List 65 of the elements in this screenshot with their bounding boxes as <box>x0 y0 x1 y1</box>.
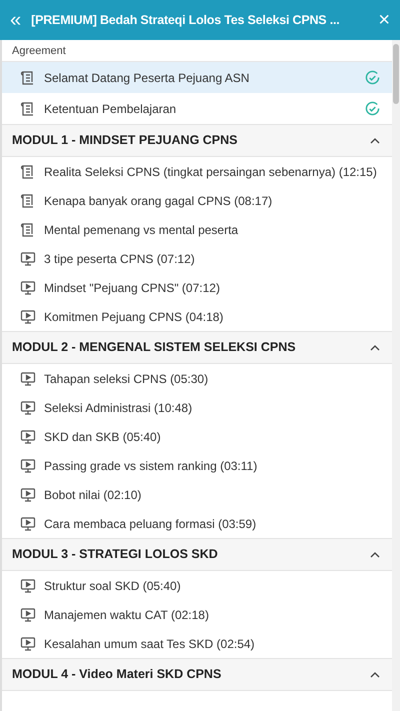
lesson-title: Selamat Datang Peserta Pejuang ASN <box>44 70 250 86</box>
lesson-title: Cara membaca peluang formasi (03:59) <box>44 516 258 532</box>
video-icon <box>20 370 36 386</box>
lesson-title: Mental pemenang vs mental peserta <box>44 222 240 238</box>
chevron-up-icon[interactable] <box>370 136 380 146</box>
lesson-title: Mindset "Pejuang CPNS" (07:12) <box>44 280 221 296</box>
lesson-title: Kesalahan umum saat Tes SKD (02:54) <box>44 636 256 652</box>
video-icon <box>20 308 36 324</box>
lesson-item[interactable]: Bobot nilai (02:10) <box>2 480 392 509</box>
module-header[interactable]: MODUL 4 - Video Materi SKD CPNS <box>2 658 392 691</box>
chevron-up-icon[interactable] <box>370 550 380 560</box>
lesson-item[interactable]: Mental pemenang vs mental peserta <box>2 215 392 244</box>
lesson-title: Kenapa banyak orang gagal CPNS (08:17) <box>44 192 274 210</box>
video-icon <box>20 606 36 622</box>
chevron-up-icon[interactable] <box>370 342 380 352</box>
lesson-title: Bobot nilai (02:10) <box>44 486 142 504</box>
module-title: MODUL 4 - Video Materi SKD CPNS <box>12 666 222 684</box>
lesson-item[interactable]: Seleksi Administrasi (10:48) <box>2 393 392 422</box>
lesson-item[interactable]: Struktur soal SKD (05:40) <box>2 571 392 600</box>
module-header[interactable]: MODUL 1 - MINDSET PEJUANG CPNS <box>2 124 392 157</box>
lesson-title: Ketentuan Pembelajaran <box>44 100 178 118</box>
lesson-title: Struktur soal SKD (05:40) <box>44 578 182 594</box>
lesson-item[interactable]: Passing grade vs sistem ranking (03:11) <box>2 451 392 480</box>
module-title: MODUL 2 - MENGENAL SISTEM SELEKSI CPNS <box>12 339 296 356</box>
course-title: [PREMIUM] Bedah Strateqi Lolos Tes Seleksi CPNS ... <box>31 12 341 29</box>
video-icon <box>20 516 36 532</box>
lesson-title: Realita Seleksi CPNS (tingkat persaingan sebenarnya) (12:15) <box>44 164 378 180</box>
scroll-icon <box>20 164 36 180</box>
video-icon <box>20 458 36 474</box>
lesson-item[interactable]: Realita Seleksi CPNS (tingkat persaingan sebenarnya) (12:15) <box>2 157 392 186</box>
scroll-icon <box>20 100 36 116</box>
video-icon <box>20 428 36 444</box>
module-header[interactable]: MODUL 2 - MENGENAL SISTEM SELEKSI CPNS <box>2 331 392 364</box>
chevron-up-icon[interactable] <box>370 670 380 680</box>
lesson-item[interactable]: Tahapan seleksi CPNS (05:30) <box>2 364 392 393</box>
scroll-icon <box>20 222 36 238</box>
lesson-title: SKD dan SKB (05:40) <box>44 428 162 446</box>
module-title: MODUL 3 - STRATEGI LOLOS SKD <box>12 546 218 564</box>
video-icon <box>20 636 36 652</box>
lesson-item[interactable]: Kesalahan umum saat Tes SKD (02:54) <box>2 629 392 658</box>
lesson-item[interactable]: Mindset "Pejuang CPNS" (07:12) <box>2 273 392 302</box>
lesson-item[interactable]: SKD dan SKB (05:40) <box>2 422 392 451</box>
video-icon <box>20 578 36 594</box>
lesson-title: Seleksi Administrasi (10:48) <box>44 400 194 416</box>
lesson-title: Tahapan seleksi CPNS (05:30) <box>44 370 210 388</box>
lesson-title: Komitmen Pejuang CPNS (04:18) <box>44 308 224 326</box>
video-icon <box>20 486 36 502</box>
lesson-title: Manajemen waktu CAT (02:18) <box>44 606 210 624</box>
video-icon <box>20 250 36 266</box>
video-icon <box>20 280 36 296</box>
lesson-item[interactable]: Ketentuan Pembelajaran <box>2 93 392 124</box>
lesson-title: Passing grade vs sistem ranking (03:11) <box>44 458 258 474</box>
module-title: MODUL 1 - MINDSET PEJUANG CPNS <box>12 132 238 150</box>
lesson-item[interactable]: Kenapa banyak orang gagal CPNS (08:17) <box>2 186 392 215</box>
lesson-item[interactable]: Selamat Datang Peserta Pejuang ASN <box>2 62 392 93</box>
scrollbar[interactable] <box>392 40 400 711</box>
lesson-item[interactable]: Manajemen waktu CAT (02:18) <box>2 600 392 629</box>
lesson-item[interactable]: Cara membaca peluang formasi (03:59) <box>2 509 392 538</box>
lesson-title: 3 tipe peserta CPNS (07:12) <box>44 250 196 268</box>
module-header[interactable]: MODUL 3 - STRATEGI LOLOS SKD <box>2 538 392 571</box>
lesson-item[interactable]: 3 tipe peserta CPNS (07:12) <box>2 244 392 273</box>
scroll-icon <box>20 70 36 86</box>
scroll-icon <box>20 192 36 208</box>
lesson-item[interactable]: Komitmen Pejuang CPNS (04:18) <box>2 302 392 331</box>
video-icon <box>20 400 36 416</box>
